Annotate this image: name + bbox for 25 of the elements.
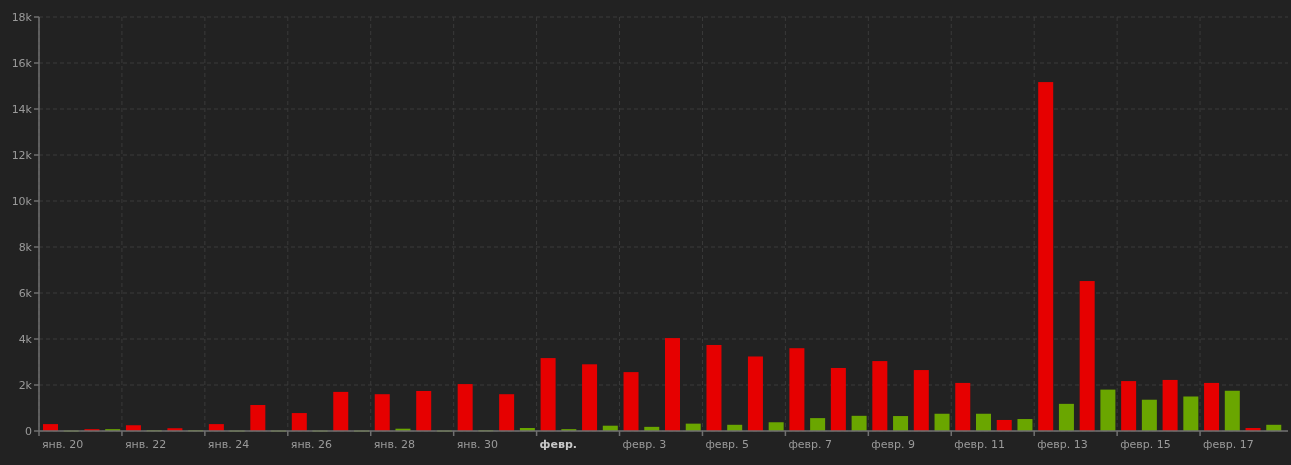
x-tick-label: февр. 15 [1120,438,1171,451]
y-tick-label: 0 [25,425,32,438]
x-tick-label: февр. [539,438,577,451]
y-tick-label: 18k [11,11,32,24]
x-tick-label: февр. 17 [1203,438,1254,451]
y-tick-label: 6k [18,287,32,300]
y-tick-label: 4k [18,333,32,346]
y-tick-label: 14k [11,103,32,116]
y-tick-label: 8k [18,241,32,254]
x-tick-label: февр. 7 [788,438,833,451]
x-tick-label: янв. 26 [290,438,333,451]
x-tick-label: февр. 13 [1037,438,1088,451]
y-tick-label: 16k [11,57,32,70]
y-tick-label: 2k [18,379,32,392]
x-tick-label: февр. 5 [705,438,750,451]
x-tick-label: февр. 11 [954,438,1005,451]
y-tick-label: 12k [11,149,32,162]
x-tick-label: янв. 28 [373,438,416,451]
x-tick-label: янв. 20 [42,438,84,451]
x-tick-label: февр. 3 [622,438,667,451]
y-tick-label: 10k [11,195,32,208]
x-tick-label: янв. 24 [207,438,250,451]
x-tick-label: янв. 30 [456,438,498,451]
x-tick-label: февр. 9 [871,438,915,451]
x-tick-label: янв. 22 [124,438,167,451]
